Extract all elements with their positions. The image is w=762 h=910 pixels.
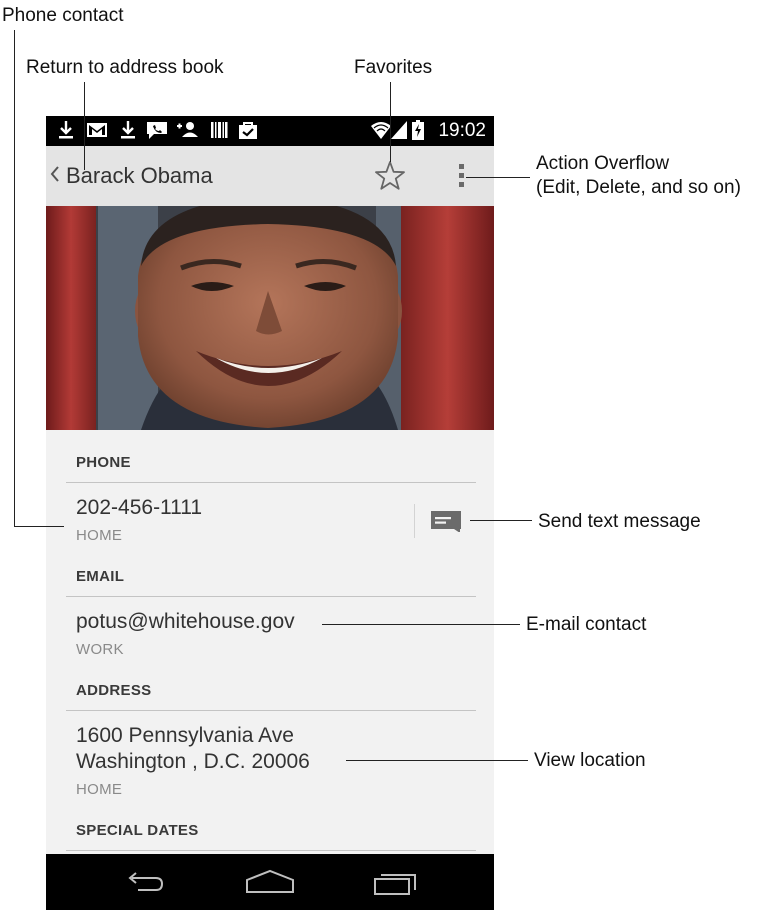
leader-line-view-location (346, 760, 528, 761)
address-type: HOME (76, 781, 123, 798)
battery-charging-icon (412, 120, 424, 140)
email-type: WORK (76, 641, 124, 658)
phone-screen: 19:02 Barack Obama PHONE 202-456-1111 HO… (46, 116, 494, 910)
callout-return-to-address-book: Return to address book (26, 57, 224, 78)
callout-email-contact: E-mail contact (526, 614, 647, 635)
email-address: potus@whitehouse.gov (76, 610, 295, 633)
callout-action-overflow-line2: (Edit, Delete, and so on) (536, 177, 741, 198)
callout-view-location: View location (534, 750, 646, 771)
phone-row[interactable]: 202-456-1111 HOME (46, 483, 406, 549)
vertical-divider (414, 504, 415, 538)
email-row[interactable]: potus@whitehouse.gov WORK (46, 597, 494, 663)
leader-line-favorites (390, 82, 391, 162)
address-row[interactable]: 1600 Pennsylvania Ave Washington , D.C. … (46, 711, 494, 803)
overflow-dot (459, 173, 464, 178)
action-bar: Barack Obama (46, 146, 494, 207)
contact-photo (46, 206, 494, 430)
section-header-phone: PHONE (76, 454, 131, 471)
shopping-bag-icon (239, 122, 257, 139)
callout-action-overflow: Action Overflow (Edit, Delete, and so on… (536, 152, 741, 200)
back-chevron-icon (50, 166, 59, 182)
contact-details: PHONE 202-456-1111 HOME EMAIL potus@whit… (46, 430, 494, 854)
overflow-dot (459, 164, 464, 169)
leader-line-phone-contact (14, 30, 15, 527)
back-icon[interactable] (120, 866, 170, 898)
callout-action-overflow-line1: Action Overflow (536, 153, 670, 174)
callout-send-text-message: Send text message (538, 511, 701, 532)
barcode-icon (211, 122, 228, 138)
leader-line-action-overflow (466, 177, 530, 178)
status-time: 19:02 (438, 120, 486, 141)
section-header-email: EMAIL (76, 568, 125, 585)
download-icon (59, 121, 73, 139)
hangouts-icon (147, 122, 167, 139)
section-header-address: ADDRESS (76, 682, 152, 699)
signal-icon (391, 121, 407, 139)
add-contact-icon (177, 122, 198, 137)
gmail-icon (87, 123, 107, 137)
leader-line-phone-contact (14, 526, 64, 527)
navigation-bar (46, 854, 494, 910)
address-line1: 1600 Pennsylvania Ave (76, 724, 294, 747)
leader-line-return (84, 82, 85, 170)
callout-favorites: Favorites (354, 57, 433, 78)
overflow-menu-button[interactable] (454, 160, 468, 192)
phone-number: 202-456-1111 (76, 496, 203, 519)
divider (66, 850, 476, 851)
overflow-dot (459, 182, 464, 187)
recent-apps-icon[interactable] (372, 866, 418, 898)
send-text-message-button[interactable] (430, 510, 462, 532)
section-header-special-dates: SPECIAL DATES (76, 822, 199, 839)
wifi-icon (371, 122, 391, 139)
download-icon (121, 121, 135, 139)
leader-line-send-text (470, 520, 532, 521)
home-icon[interactable] (244, 866, 296, 898)
leader-line-email (322, 624, 520, 625)
address-line2: Washington , D.C. 20006 (76, 750, 310, 773)
favorite-star-button[interactable] (373, 159, 407, 193)
contact-name: Barack Obama (66, 163, 213, 188)
callout-phone-contact: Phone contact (2, 5, 124, 26)
status-bar: 19:02 (46, 116, 494, 146)
phone-type: HOME (76, 527, 123, 544)
back-to-contacts-button[interactable]: Barack Obama (46, 146, 236, 206)
